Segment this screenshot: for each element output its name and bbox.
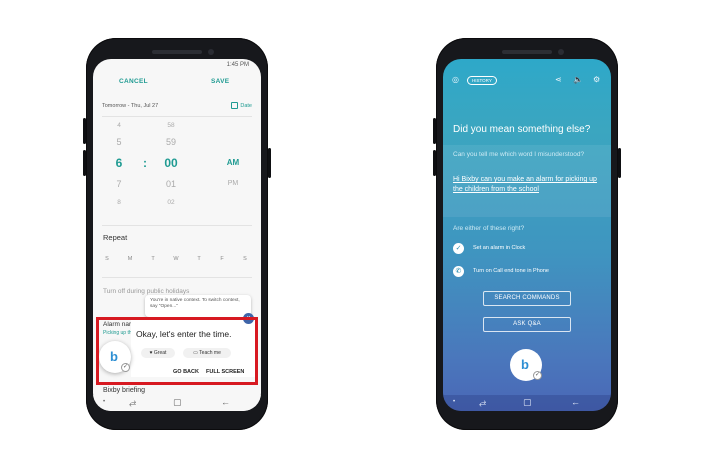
bixby-icon: b bbox=[521, 357, 529, 372]
phone-icon: ✆ bbox=[453, 266, 464, 277]
hour-selected[interactable]: 6 bbox=[107, 156, 131, 170]
volume-button bbox=[83, 118, 86, 144]
date-row[interactable]: Tomorrow - Thu, Jul 27 Date bbox=[102, 102, 252, 117]
recent-apps-icon[interactable]: ⥄ bbox=[129, 397, 136, 408]
status-bar: 1:45 PM bbox=[226, 62, 249, 68]
alarm-check-icon: ✓ bbox=[453, 243, 464, 254]
target-icon[interactable]: ◎ bbox=[452, 75, 459, 84]
minute-above[interactable]: 58 bbox=[159, 122, 183, 129]
day-fri[interactable]: F bbox=[217, 256, 227, 262]
page-title: Did you mean something else? bbox=[453, 124, 591, 135]
minute-below[interactable]: 02 bbox=[159, 199, 183, 206]
bixby-briefing-label: Bixby briefing bbox=[103, 387, 146, 394]
divider bbox=[102, 225, 252, 226]
front-camera bbox=[208, 49, 214, 55]
hour-below[interactable]: 8 bbox=[107, 199, 131, 206]
question-text: Can you tell me which word I misundersto… bbox=[453, 151, 585, 158]
front-camera bbox=[558, 49, 564, 55]
divider bbox=[102, 277, 252, 278]
history-button[interactable]: HISTORY bbox=[467, 76, 497, 85]
gear-icon[interactable]: ⚙ bbox=[593, 75, 600, 84]
bixby-button bbox=[83, 150, 86, 176]
day-sat[interactable]: S bbox=[240, 256, 250, 262]
left-phone: 1:45 PM CANCEL SAVE Tomorrow - Thu, Jul … bbox=[83, 38, 271, 430]
day-sun[interactable]: S bbox=[102, 256, 112, 262]
home-icon[interactable]: ▢ bbox=[173, 397, 182, 408]
nav-bar: • ⥄ ▢ ← bbox=[93, 395, 261, 411]
minute-option[interactable]: 59 bbox=[159, 137, 183, 147]
am-option[interactable]: AM bbox=[221, 158, 245, 167]
back-icon[interactable]: ← bbox=[221, 397, 230, 407]
suggestion-item[interactable]: Set an alarm in Clock bbox=[473, 245, 525, 251]
nav-bar: • ⥄ ▢ ← bbox=[443, 395, 611, 411]
ask-qa-button[interactable]: ASK Q&A bbox=[483, 317, 571, 332]
day-tue[interactable]: T bbox=[148, 256, 158, 262]
earpiece-speaker bbox=[502, 50, 552, 54]
hour-above[interactable]: 4 bbox=[107, 122, 131, 129]
volume-icon[interactable]: 🔈 bbox=[573, 75, 583, 84]
nav-dot-icon: • bbox=[103, 399, 106, 405]
day-wed[interactable]: W bbox=[171, 256, 181, 262]
utterance-text[interactable]: Hi Bixby can you make an alarm for picki… bbox=[453, 175, 603, 195]
search-commands-button[interactable]: SEARCH COMMANDS bbox=[483, 291, 571, 306]
date-link[interactable]: Date bbox=[240, 103, 252, 109]
hour-option[interactable]: 5 bbox=[107, 137, 131, 147]
earpiece-speaker bbox=[152, 50, 202, 54]
share-icon[interactable]: ⋖ bbox=[555, 75, 562, 84]
cancel-button[interactable]: CANCEL bbox=[119, 78, 148, 85]
bixby-button bbox=[433, 150, 436, 176]
holiday-setting[interactable]: Turn off during public holidays bbox=[103, 288, 189, 295]
alarm-edit-screen: 1:45 PM CANCEL SAVE Tomorrow - Thu, Jul … bbox=[93, 59, 261, 411]
day-thu[interactable]: T bbox=[194, 256, 204, 262]
bixby-full-screen: ◎ HISTORY ⋖ 🔈 ⚙ Did you mean something e… bbox=[443, 59, 611, 411]
minute-selected[interactable]: 00 bbox=[159, 156, 183, 170]
back-icon[interactable]: ← bbox=[571, 397, 580, 407]
check-icon: ✓ bbox=[533, 371, 542, 380]
minute-option[interactable]: 01 bbox=[159, 179, 183, 189]
pm-option[interactable]: PM bbox=[221, 180, 245, 187]
calendar-icon bbox=[231, 102, 238, 109]
highlight-box bbox=[96, 317, 258, 385]
context-tooltip: You're in native context. To switch cont… bbox=[145, 295, 251, 317]
suggestion-item[interactable]: Turn on Call end tone in Phone bbox=[473, 268, 549, 274]
repeat-label: Repeat bbox=[103, 233, 128, 242]
volume-button bbox=[433, 118, 436, 144]
right-phone: ◎ HISTORY ⋖ 🔈 ⚙ Did you mean something e… bbox=[433, 38, 621, 430]
time-colon: : bbox=[143, 156, 147, 170]
save-button[interactable]: SAVE bbox=[211, 78, 229, 85]
either-text: Are either of these right? bbox=[453, 225, 525, 232]
power-button bbox=[268, 148, 271, 178]
bixby-orb[interactable]: b ✓ bbox=[510, 349, 542, 381]
home-icon[interactable]: ▢ bbox=[523, 397, 532, 408]
nav-dot-icon: • bbox=[453, 399, 456, 405]
power-button bbox=[618, 148, 621, 178]
hour-option[interactable]: 7 bbox=[107, 179, 131, 189]
recent-apps-icon[interactable]: ⥄ bbox=[479, 397, 486, 408]
day-mon[interactable]: M bbox=[125, 256, 135, 262]
alarm-date-text: Tomorrow - Thu, Jul 27 bbox=[102, 103, 159, 109]
